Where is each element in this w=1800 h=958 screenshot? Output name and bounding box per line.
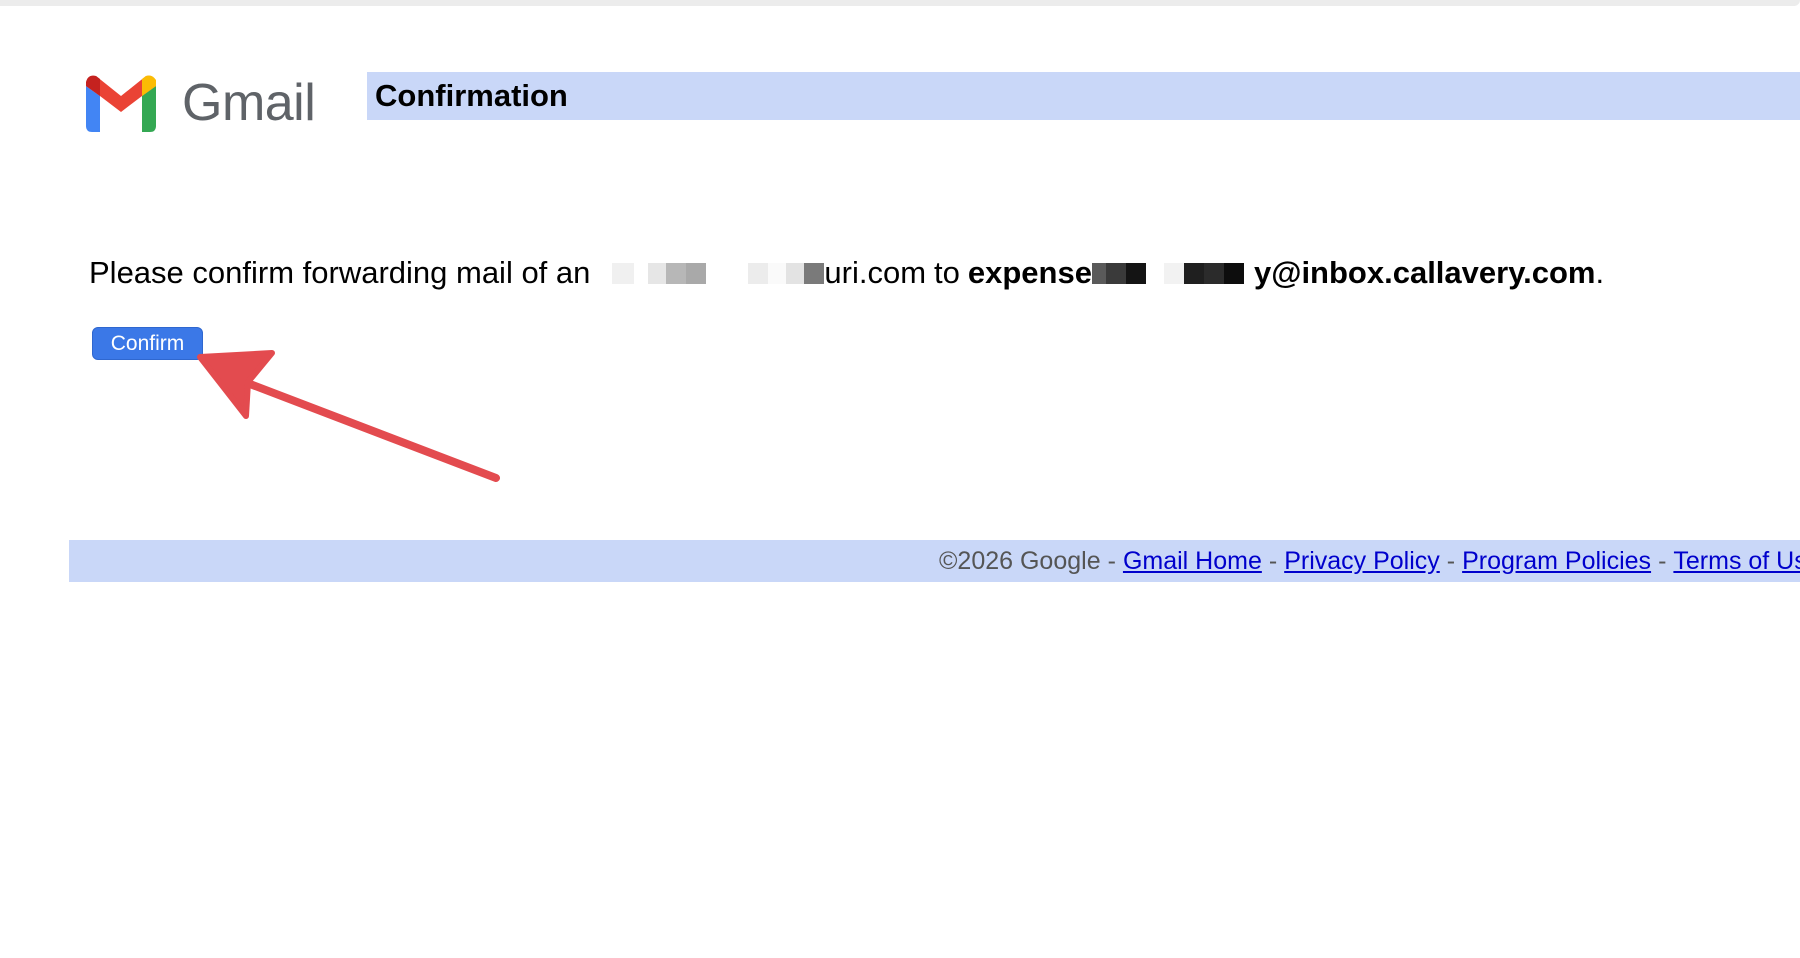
message-target-prefix: expense [967, 255, 1092, 290]
message-connector: to [934, 255, 960, 290]
message-target-suffix: y@inbox.callavery.com [1253, 255, 1596, 290]
footer-link-privacy-policy[interactable]: Privacy Policy [1284, 547, 1440, 576]
message-end: . [1595, 255, 1605, 290]
footer-link-terms-of-use[interactable]: Terms of Use [1673, 547, 1800, 576]
footer-bar: ©2026 Google - Gmail Home - Privacy Poli… [69, 540, 1800, 582]
redacted-source-address [612, 262, 825, 284]
message-prefix: Please confirm forwarding mail of an [89, 255, 591, 290]
message-source-suffix: uri.com [824, 255, 927, 290]
footer-links: ©2026 Google - Gmail Home - Privacy Poli… [939, 540, 1800, 582]
redacted-target-address [1091, 262, 1244, 284]
confirmation-message: Please confirm forwarding mail of an uri… [89, 255, 1604, 291]
confirm-button[interactable]: Confirm [92, 327, 203, 360]
header-bar: Confirmation [367, 72, 1800, 120]
gmail-wordmark: Gmail [182, 74, 316, 132]
red-arrow-annotation [197, 350, 500, 482]
footer-link-program-policies[interactable]: Program Policies [1462, 547, 1651, 576]
page-title: Confirmation [375, 78, 568, 113]
footer-copyright: ©2026 Google [939, 546, 1101, 575]
gmail-logo[interactable]: Gmail [82, 68, 332, 134]
gmail-m-icon [86, 75, 156, 132]
footer-link-gmail-home[interactable]: Gmail Home [1123, 547, 1262, 576]
browser-top-edge [0, 0, 1800, 6]
